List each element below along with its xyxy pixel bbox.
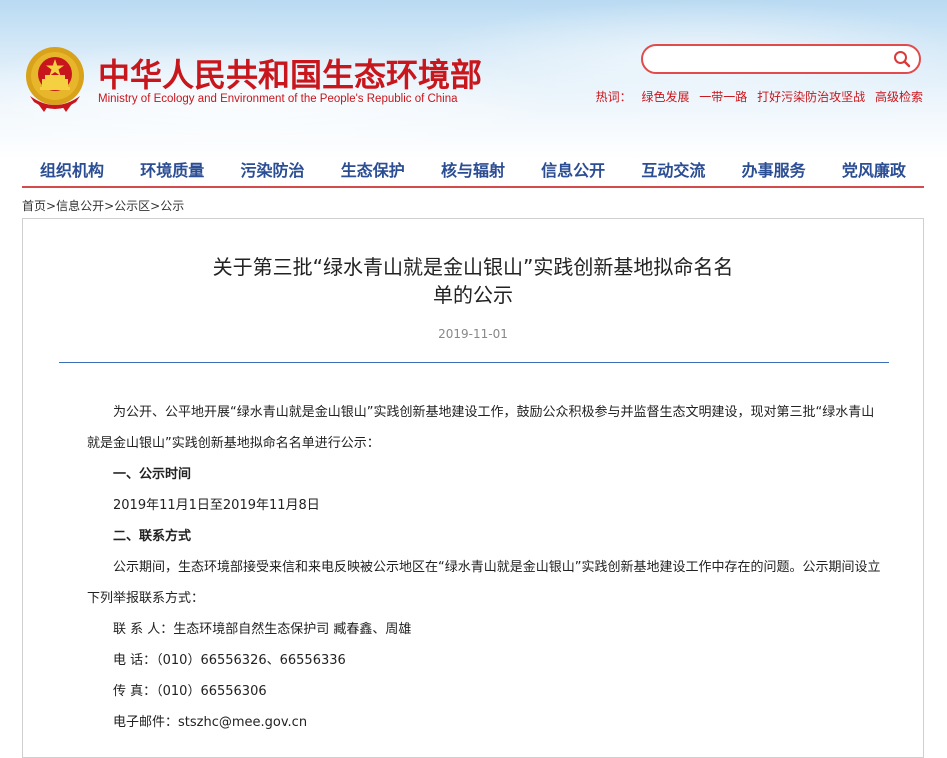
search-input[interactable] [657, 50, 881, 70]
nav-item-information-disclosure[interactable]: 信息公开 [541, 158, 605, 184]
contact-fax: 传 真：（010）66556306 [113, 684, 267, 699]
advanced-search-link[interactable]: 高级检索 [875, 90, 923, 104]
breadcrumb-home[interactable]: 首页 [22, 199, 46, 213]
nav-item-ecology-protection[interactable]: 生态保护 [341, 158, 405, 184]
hot-link-pollution-prevention[interactable]: 打好污染防治攻坚战 [757, 90, 865, 104]
section-heading-time: 一、公示时间 [113, 467, 192, 482]
contact-email[interactable]: 电子邮件：stszhc@mee.gov.cn [87, 707, 887, 738]
search-box [641, 44, 921, 74]
hot-words-label: 热词： [595, 90, 632, 104]
intro-paragraph: 为公开、公平地开展“绿水青山就是金山银山”实践创新基地建设工作，鼓励公众积极参与… [87, 405, 875, 451]
breadcrumb-separator: > [104, 199, 115, 213]
nav-item-interaction[interactable]: 互动交流 [641, 158, 705, 184]
article-title-line-1: 关于第三批“绿水青山就是金山银山”实践创新基地拟命名名 [212, 255, 734, 279]
main-nav: 组织机构 环境质量 污染防治 生态保护 核与辐射 信息公开 互动交流 办事服务 … [22, 158, 924, 188]
hot-link-green-development[interactable]: 绿色发展 [641, 90, 689, 104]
national-emblem-icon[interactable] [24, 44, 86, 114]
article-panel: 关于第三批“绿水青山就是金山银山”实践创新基地拟命名名 单的公示 2019-11… [22, 218, 924, 758]
site-title[interactable]: 中华人民共和国生态环境部 [98, 50, 482, 96]
site-subtitle: Ministry of Ecology and Environment of t… [98, 93, 458, 105]
breadcrumb-notice[interactable]: 公示 [160, 199, 184, 213]
article-title: 关于第三批“绿水青山就是金山银山”实践创新基地拟命名名 单的公示 [143, 253, 803, 309]
article-title-line-2: 单的公示 [433, 283, 513, 307]
breadcrumb-separator: > [150, 199, 161, 213]
breadcrumb: 首页>信息公开>公示区>公示 [22, 197, 184, 214]
breadcrumb-notice-area[interactable]: 公示区 [114, 199, 150, 213]
breadcrumb-separator: > [46, 199, 57, 213]
section-heading-contact: 二、联系方式 [113, 529, 192, 544]
contact-person: 联 系 人：生态环境部自然生态保护司 臧春鑫、周雄 [113, 622, 412, 637]
contact-paragraph: 公示期间，生态环境部接受来信和来电反映被公示地区在“绿水青山就是金山银山”实践创… [87, 560, 881, 606]
article-body: 为公开、公平地开展“绿水青山就是金山银山”实践创新基地建设工作，鼓励公众积极参与… [87, 397, 887, 738]
hot-link-belt-and-road[interactable]: 一带一路 [699, 90, 747, 104]
nav-item-services[interactable]: 办事服务 [742, 158, 806, 184]
nav-item-environment-quality[interactable]: 环境质量 [140, 158, 204, 184]
title-divider [59, 362, 889, 363]
nav-item-organization[interactable]: 组织机构 [40, 158, 104, 184]
nav-item-party-integrity[interactable]: 党风廉政 [842, 158, 906, 184]
hot-words: 热词： 绿色发展 一带一路 打好污染防治攻坚战 高级检索 [596, 88, 923, 105]
nav-item-pollution-control[interactable]: 污染防治 [240, 158, 304, 184]
notice-period: 2019年11月1日至2019年11月8日 [113, 498, 320, 513]
breadcrumb-info-disclosure[interactable]: 信息公开 [56, 199, 104, 213]
contact-phone: 电 话：（010）66556326、66556336 [113, 653, 346, 668]
nav-item-nuclear-radiation[interactable]: 核与辐射 [441, 158, 505, 184]
search-icon[interactable] [893, 50, 911, 68]
article-date: 2019-11-01 [438, 327, 508, 341]
